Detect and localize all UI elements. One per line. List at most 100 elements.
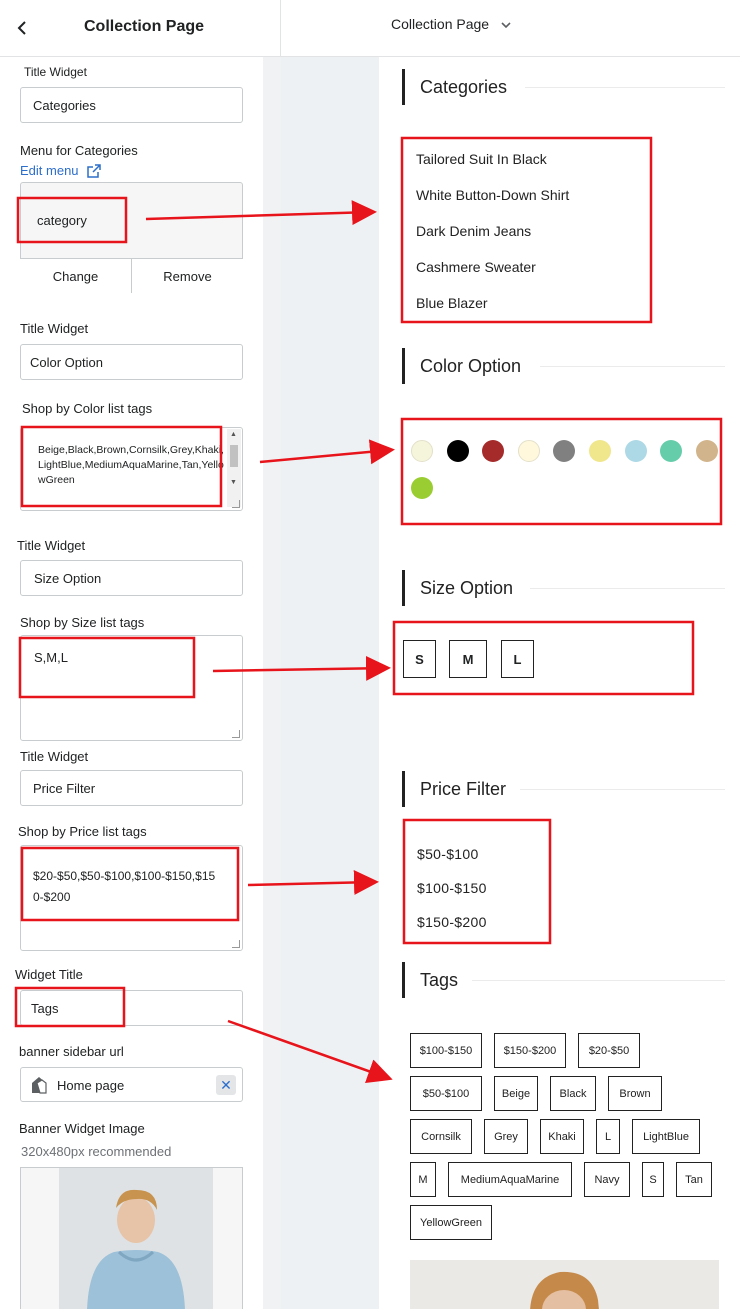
- remove-menu-button[interactable]: Remove: [131, 259, 243, 293]
- category-link[interactable]: Cashmere Sweater: [416, 259, 536, 275]
- scroll-up-icon[interactable]: ▲: [230, 431, 237, 438]
- banner-image-preview[interactable]: [20, 1167, 243, 1309]
- price-tags-value: $20-$50,$50-$100,$100-$150,$150-$200: [33, 869, 216, 904]
- tags-title-label: Widget Title: [15, 967, 83, 982]
- tags-title-input[interactable]: Tags: [20, 990, 243, 1026]
- size-tags-textarea[interactable]: S,M,L: [20, 635, 243, 741]
- textarea-scrollbar[interactable]: ▲ ▼: [227, 429, 241, 507]
- external-link-icon: [86, 163, 101, 178]
- size-button[interactable]: L: [501, 640, 534, 678]
- page-selector[interactable]: Collection Page: [391, 16, 513, 32]
- size-button[interactable]: S: [403, 640, 436, 678]
- color-title-label: Title Widget: [20, 321, 89, 336]
- banner-photo: [59, 1168, 213, 1309]
- price-title-label: Title Widget: [20, 749, 89, 764]
- resize-handle-icon[interactable]: [232, 730, 240, 738]
- price-tags-textarea[interactable]: $20-$50,$50-$100,$100-$150,$150-$200: [20, 845, 243, 951]
- color-swatch[interactable]: [411, 477, 433, 499]
- tag-button[interactable]: Beige: [494, 1076, 538, 1111]
- tag-button[interactable]: $50-$100: [410, 1076, 482, 1111]
- tag-button[interactable]: Navy: [584, 1162, 630, 1197]
- divider: [472, 980, 725, 981]
- banner-photo-icon: [410, 1260, 719, 1309]
- change-menu-button[interactable]: Change: [20, 259, 131, 293]
- color-swatch[interactable]: [695, 440, 718, 462]
- store-preview: Categories Tailored Suit In Black White …: [380, 57, 740, 1309]
- page-selector-label: Collection Page: [391, 16, 490, 32]
- price-link[interactable]: $150-$200: [417, 914, 487, 930]
- size-tags-value: S,M,L: [34, 650, 68, 665]
- tag-button[interactable]: S: [642, 1162, 664, 1197]
- color-swatch[interactable]: [446, 440, 469, 462]
- chevron-down-icon: [501, 22, 511, 29]
- menu-picker: category Change Remove: [20, 182, 243, 293]
- categories-title-input[interactable]: Categories: [20, 87, 243, 123]
- tag-button[interactable]: Khaki: [540, 1119, 584, 1154]
- tag-button[interactable]: L: [596, 1119, 620, 1154]
- color-swatch[interactable]: [624, 440, 647, 462]
- category-link[interactable]: Dark Denim Jeans: [416, 223, 531, 239]
- color-swatch[interactable]: [660, 440, 683, 462]
- scroll-down-icon[interactable]: ▼: [230, 479, 237, 486]
- color-tags-textarea[interactable]: Beige,Black,Brown,Cornsilk,Grey,Khaki,Li…: [20, 427, 243, 511]
- color-swatch[interactable]: [482, 440, 505, 462]
- divider: [525, 87, 725, 88]
- top-bar: Collection Page Collection Page: [0, 0, 740, 57]
- clear-url-button[interactable]: ✕: [216, 1075, 236, 1095]
- banner-url-label: banner sidebar url: [19, 1044, 124, 1059]
- size-title-label: Title Widget: [17, 538, 86, 553]
- menu-label: Menu for Categories: [20, 143, 138, 158]
- banner-image-hint: 320x480px recommended: [21, 1144, 172, 1159]
- tag-button[interactable]: $150-$200: [494, 1033, 566, 1068]
- price-link[interactable]: $50-$100: [417, 846, 479, 862]
- size-button[interactable]: M: [449, 640, 487, 678]
- size-title-input[interactable]: Size Option: [20, 560, 243, 596]
- tag-button[interactable]: Grey: [484, 1119, 528, 1154]
- tag-button[interactable]: MediumAquaMarine: [448, 1162, 572, 1197]
- category-link[interactable]: Blue Blazer: [416, 295, 488, 311]
- tag-button[interactable]: M: [410, 1162, 436, 1197]
- banner-url-field[interactable]: Home page ✕: [20, 1067, 243, 1102]
- tag-button[interactable]: Brown: [608, 1076, 662, 1111]
- size-tags-label: Shop by Size list tags: [20, 615, 145, 630]
- page-tag-icon: [32, 1077, 47, 1094]
- categories-widget-title: Categories: [402, 69, 507, 105]
- color-tags-label: Shop by Color list tags: [22, 401, 153, 416]
- sidebar-banner[interactable]: [410, 1260, 719, 1309]
- category-link[interactable]: Tailored Suit In Black: [416, 151, 547, 167]
- price-widget-title: Price Filter: [402, 771, 506, 807]
- tags-widget-title: Tags: [402, 962, 458, 998]
- tag-button[interactable]: $20-$50: [578, 1033, 640, 1068]
- banner-url-value: Home page: [57, 1078, 125, 1093]
- price-title-input[interactable]: Price Filter: [20, 770, 243, 806]
- scroll-thumb[interactable]: [230, 445, 238, 467]
- edit-menu-link[interactable]: Edit menu: [20, 163, 101, 178]
- tag-button[interactable]: Cornsilk: [410, 1119, 472, 1154]
- edit-menu-label: Edit menu: [20, 163, 79, 178]
- tag-button[interactable]: Tan: [676, 1162, 712, 1197]
- price-tags-label: Shop by Price list tags: [18, 824, 147, 839]
- panel-scrollbar[interactable]: [263, 57, 281, 1309]
- size-widget-title: Size Option: [402, 570, 513, 606]
- resize-handle-icon[interactable]: [232, 940, 240, 948]
- tag-button[interactable]: Black: [550, 1076, 596, 1111]
- resize-handle-icon[interactable]: [232, 500, 240, 508]
- banner-image-label: Banner Widget Image: [19, 1121, 145, 1136]
- color-tags-value: Beige,Black,Brown,Cornsilk,Grey,Khaki,Li…: [38, 444, 224, 486]
- color-swatch[interactable]: [411, 440, 433, 462]
- tag-button[interactable]: YellowGreen: [410, 1205, 492, 1240]
- chevron-left-icon[interactable]: [12, 16, 36, 40]
- color-swatch[interactable]: [517, 440, 540, 462]
- color-swatch[interactable]: [553, 440, 576, 462]
- menu-name: category: [37, 213, 87, 228]
- divider: [530, 588, 725, 589]
- divider: [540, 366, 725, 367]
- close-icon: ✕: [220, 1076, 232, 1093]
- divider: [520, 789, 725, 790]
- color-swatch[interactable]: [589, 440, 611, 462]
- tag-button[interactable]: $100-$150: [410, 1033, 482, 1068]
- category-link[interactable]: White Button-Down Shirt: [416, 187, 569, 203]
- tag-button[interactable]: LightBlue: [632, 1119, 700, 1154]
- color-title-input[interactable]: Color Option: [20, 344, 243, 380]
- price-link[interactable]: $100-$150: [417, 880, 487, 896]
